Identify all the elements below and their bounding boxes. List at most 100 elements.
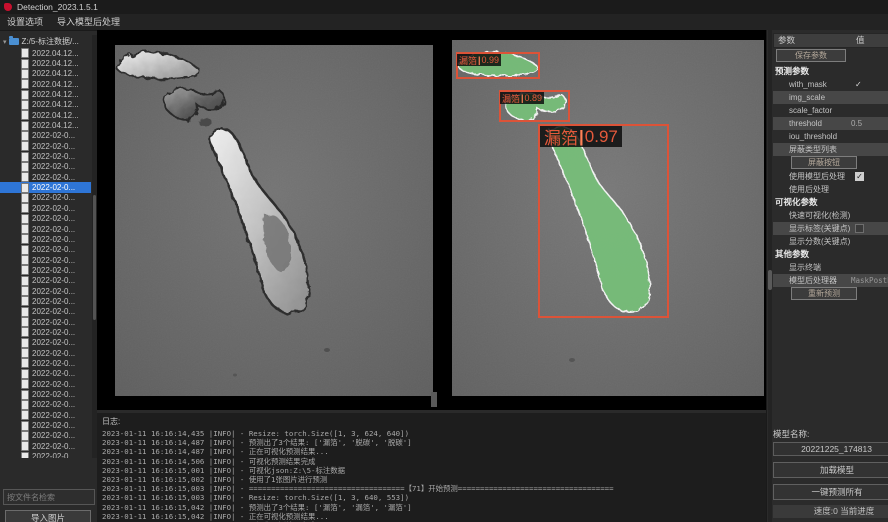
- tree-item[interactable]: 2022.04.12...: [0, 110, 91, 120]
- load-model-button[interactable]: 加载模型: [773, 462, 888, 478]
- tree-item-label: 2022-02-0...: [32, 162, 75, 171]
- tree-item[interactable]: 2022-02-0...: [0, 245, 91, 255]
- param-row[interactable]: 显示终端: [773, 261, 888, 274]
- params-panel: 参数 值 保存参数 预测参数with_mask✓img_scalescale_f…: [766, 30, 888, 522]
- tree-item[interactable]: 2022-02-0...: [0, 348, 91, 358]
- tree-item[interactable]: 2022-02-0...: [0, 317, 91, 327]
- param-label: threshold: [789, 119, 822, 128]
- tree-item[interactable]: 2022-02-0...: [0, 389, 91, 399]
- param-row[interactable]: 快速可视化(检测): [773, 209, 888, 222]
- file-search-input[interactable]: [3, 489, 95, 505]
- checkbox-checked[interactable]: ✓: [855, 172, 864, 181]
- file-icon: [21, 59, 29, 69]
- tree-item[interactable]: 2022-02-0...: [0, 441, 91, 451]
- tree-item[interactable]: 2022-02-0...: [0, 420, 91, 430]
- tree-item[interactable]: 2022-02-0...: [0, 307, 91, 317]
- param-label: with_mask: [789, 80, 827, 89]
- tree-item[interactable]: 2022-02-0...: [0, 162, 91, 172]
- menu-item-import-postprocess[interactable]: 导入模型后处理: [50, 14, 127, 30]
- tree-item[interactable]: 2022-02-0...: [0, 234, 91, 244]
- scrollbar-thumb[interactable]: [93, 195, 96, 320]
- tree-item[interactable]: 2022-02-0...: [0, 141, 91, 151]
- tree-item[interactable]: 2022-02-0...: [0, 276, 91, 286]
- file-icon: [21, 400, 29, 410]
- tree-root[interactable]: ▾ Z:/5-标注数据/...: [0, 35, 91, 48]
- log-line: 2023-01-11 16:16:14,435 |INFO| - Resize:…: [102, 429, 766, 438]
- tree-item[interactable]: 2022-02-0...: [0, 327, 91, 337]
- tree-item[interactable]: 2022-02-0...: [0, 369, 91, 379]
- original-image[interactable]: [115, 45, 433, 396]
- tree-item[interactable]: 2022-02-0...: [0, 379, 91, 389]
- param-row[interactable]: 屏蔽类型列表: [773, 143, 888, 156]
- tree-item[interactable]: 2022-02-0...: [0, 172, 91, 182]
- file-icon: [21, 224, 29, 234]
- param-row[interactable]: img_scale: [773, 91, 888, 104]
- predict-all-button[interactable]: 一键预测所有: [773, 484, 888, 500]
- param-row[interactable]: 模型后处理器MaskPostPro: [773, 274, 888, 287]
- detection-label-3: 漏箔|0.97: [540, 126, 622, 147]
- tree-item[interactable]: 2022.04.12...: [0, 58, 91, 68]
- param-row[interactable]: 显示标签(关键点): [773, 222, 888, 235]
- tree-item[interactable]: 2022-02-0...: [0, 224, 91, 234]
- tree-item[interactable]: 2022-02-0...: [0, 203, 91, 213]
- tree-item-label: 2022-02-0...: [32, 359, 75, 368]
- tree-item-label: 2022-02-0...: [32, 452, 75, 458]
- param-row[interactable]: iou_threshold: [773, 130, 888, 143]
- file-icon: [21, 193, 29, 203]
- tree-item[interactable]: 2022-02-0...: [0, 265, 91, 275]
- tree-item[interactable]: 2022-02-0...: [0, 193, 91, 203]
- param-row[interactable]: scale_factor: [773, 104, 888, 117]
- checkbox-unchecked[interactable]: [855, 224, 864, 233]
- param-row[interactable]: threshold0.5: [773, 117, 888, 130]
- param-row[interactable]: 使用模型后处理✓: [773, 170, 888, 183]
- tree-item[interactable]: 2022-02-0...: [0, 131, 91, 141]
- param-label: 使用后处理: [789, 185, 829, 194]
- tree-item[interactable]: 2022-02-0...: [0, 431, 91, 441]
- param-value: MaskPostPro: [851, 274, 888, 287]
- import-images-button[interactable]: 导入图片: [5, 510, 91, 522]
- param-label: iou_threshold: [789, 132, 837, 141]
- tree-item[interactable]: 2022-02-0...: [0, 255, 91, 265]
- tree-item[interactable]: 2022-02-0...: [0, 296, 91, 306]
- menu-item-settings[interactable]: 设置选项: [0, 14, 50, 30]
- tree-item[interactable]: 2022-02-0...: [0, 451, 91, 458]
- file-icon: [21, 214, 29, 224]
- progress-status: 速度:0 当前进度: [773, 505, 888, 518]
- tree-item[interactable]: 2022.04.12...: [0, 100, 91, 110]
- save-params-button[interactable]: 保存参数: [776, 49, 846, 62]
- viewer-splitter-handle[interactable]: [431, 392, 437, 407]
- tree-item[interactable]: 2022.04.12...: [0, 69, 91, 79]
- tree-item[interactable]: 2022-02-0...: [0, 400, 91, 410]
- tree-item[interactable]: 2022.04.12...: [0, 79, 91, 89]
- tree-item[interactable]: 2022-02-0...: [0, 151, 91, 161]
- file-icon: [21, 69, 29, 79]
- log-panel[interactable]: 日志: 2023-01-11 16:16:14,435 |INFO| - Res…: [97, 410, 766, 522]
- file-icon: [21, 317, 29, 327]
- tree-item[interactable]: 2022-02-0...: [0, 182, 91, 192]
- tree-item[interactable]: 2022.04.12...: [0, 48, 91, 58]
- model-name-field[interactable]: 20221225_174813: [773, 442, 888, 456]
- param-label: 可视化参数: [775, 197, 818, 207]
- param-row[interactable]: with_mask✓: [773, 78, 888, 91]
- param-button[interactable]: 重新预测: [791, 287, 857, 300]
- tree-item-label: 2022.04.12...: [32, 100, 79, 109]
- tree-item[interactable]: 2022-02-0...: [0, 410, 91, 420]
- params-scrollbar[interactable]: [768, 30, 772, 522]
- scrollbar-thumb[interactable]: [768, 270, 772, 290]
- param-group-header: 其他参数: [773, 248, 888, 261]
- param-row[interactable]: 使用后处理: [773, 183, 888, 196]
- tree-item[interactable]: 2022-02-0...: [0, 214, 91, 224]
- tree-item-label: 2022-02-0...: [32, 235, 75, 244]
- tree-item-label: 2022-02-0...: [32, 442, 75, 451]
- tree-item[interactable]: 2022.04.12...: [0, 120, 91, 130]
- tree-item-label: 2022-02-0...: [32, 142, 75, 151]
- tree-item-label: 2022-02-0...: [32, 380, 75, 389]
- tree-item-label: 2022-02-0...: [32, 193, 75, 202]
- param-button[interactable]: 屏蔽按钮: [791, 156, 857, 169]
- param-label: 显示终端: [789, 263, 821, 272]
- tree-item[interactable]: 2022.04.12...: [0, 89, 91, 99]
- param-row[interactable]: 显示分数(关键点): [773, 235, 888, 248]
- tree-item[interactable]: 2022-02-0...: [0, 286, 91, 296]
- tree-item[interactable]: 2022-02-0...: [0, 358, 91, 368]
- tree-item[interactable]: 2022-02-0...: [0, 338, 91, 348]
